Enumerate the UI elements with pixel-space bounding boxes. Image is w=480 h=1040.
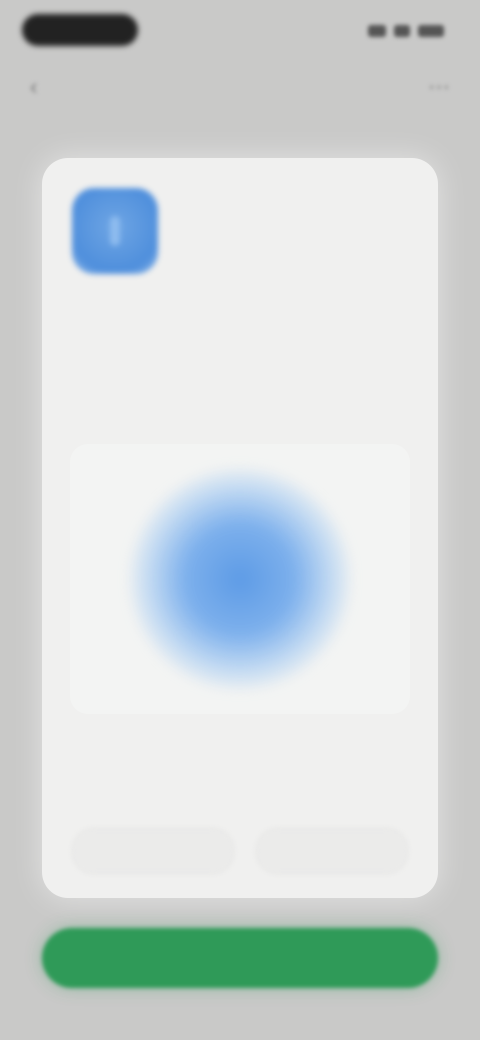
wifi-icon bbox=[394, 25, 410, 37]
secondary-left-button[interactable] bbox=[72, 828, 234, 874]
more-icon[interactable]: ⋯ bbox=[424, 74, 450, 100]
top-nav: ‹ ⋯ bbox=[0, 70, 480, 106]
status-bar bbox=[0, 0, 480, 60]
status-indicators bbox=[368, 22, 444, 40]
app-icon-glyph bbox=[110, 216, 120, 246]
blue-glow-illustration bbox=[130, 469, 350, 689]
battery-icon bbox=[418, 25, 444, 37]
status-pill bbox=[22, 14, 138, 46]
secondary-right-button[interactable] bbox=[256, 828, 408, 874]
app-icon bbox=[72, 188, 158, 274]
signal-icon bbox=[368, 25, 386, 37]
chevron-left-icon[interactable]: ‹ bbox=[30, 74, 56, 100]
primary-button[interactable] bbox=[42, 928, 438, 988]
illustration bbox=[70, 444, 410, 714]
permission-card bbox=[42, 158, 438, 898]
